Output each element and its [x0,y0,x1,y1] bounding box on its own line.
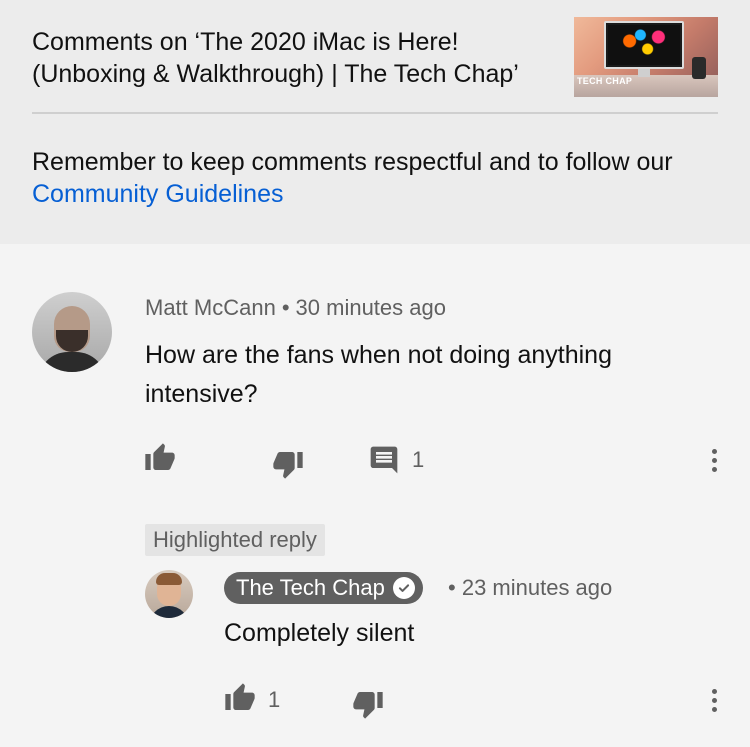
video-title: Comments on ‘The 2020 iMac is Here! (Unb… [32,28,519,88]
reply-meta: • 23 minutes ago [448,574,612,602]
reply-text: Completely silent [224,619,415,647]
reply-count[interactable]: 1 [412,446,424,474]
comments-header: Comments on ‘The 2020 iMac is Here! (Unb… [0,0,750,244]
comment-time: 30 minutes ago [295,295,446,320]
reply-actions: 1 [0,680,750,720]
thumbnail-imac-screen [604,21,684,69]
thumb-up-icon[interactable] [142,440,178,476]
more-vert-icon[interactable] [704,442,724,478]
thumbnail-imac-stand [638,69,650,77]
community-notice: Remember to keep comments respectful and… [32,146,722,210]
community-guidelines-link[interactable]: Community Guidelines [32,180,284,208]
comment-text: How are the fans when not doing anything… [145,341,612,408]
meta-separator: • [281,295,290,320]
thumbnail-brand-text: TECH CHAP [577,76,633,86]
community-notice-text: Remember to keep comments respectful and… [32,148,673,176]
more-vert-icon[interactable] [704,682,724,718]
comment-meta: Matt McCann • 30 minutes ago [145,294,446,322]
commenter-avatar[interactable] [32,292,112,372]
reply-author: The Tech Chap [236,575,385,600]
highlighted-reply-label: Highlighted reply [145,524,325,556]
comment-actions: 1 [0,440,750,480]
header-divider [32,112,718,114]
thumbnail-lamp [692,57,706,79]
comment-icon[interactable] [366,442,402,478]
reply-like-count: 1 [268,687,281,712]
reply-separator: • [448,575,456,600]
thumb-up-icon[interactable] [222,680,258,716]
thumb-down-icon[interactable] [270,446,306,482]
reply-time: 23 minutes ago [461,575,613,600]
comment-author[interactable]: Matt McCann [145,295,276,320]
reply-author-chip[interactable]: The Tech Chap [224,572,423,604]
reply-author-avatar[interactable] [145,570,193,618]
video-thumbnail[interactable]: TECH CHAP [574,17,718,97]
verified-check-icon [392,577,415,599]
thumb-down-icon[interactable] [350,686,386,722]
